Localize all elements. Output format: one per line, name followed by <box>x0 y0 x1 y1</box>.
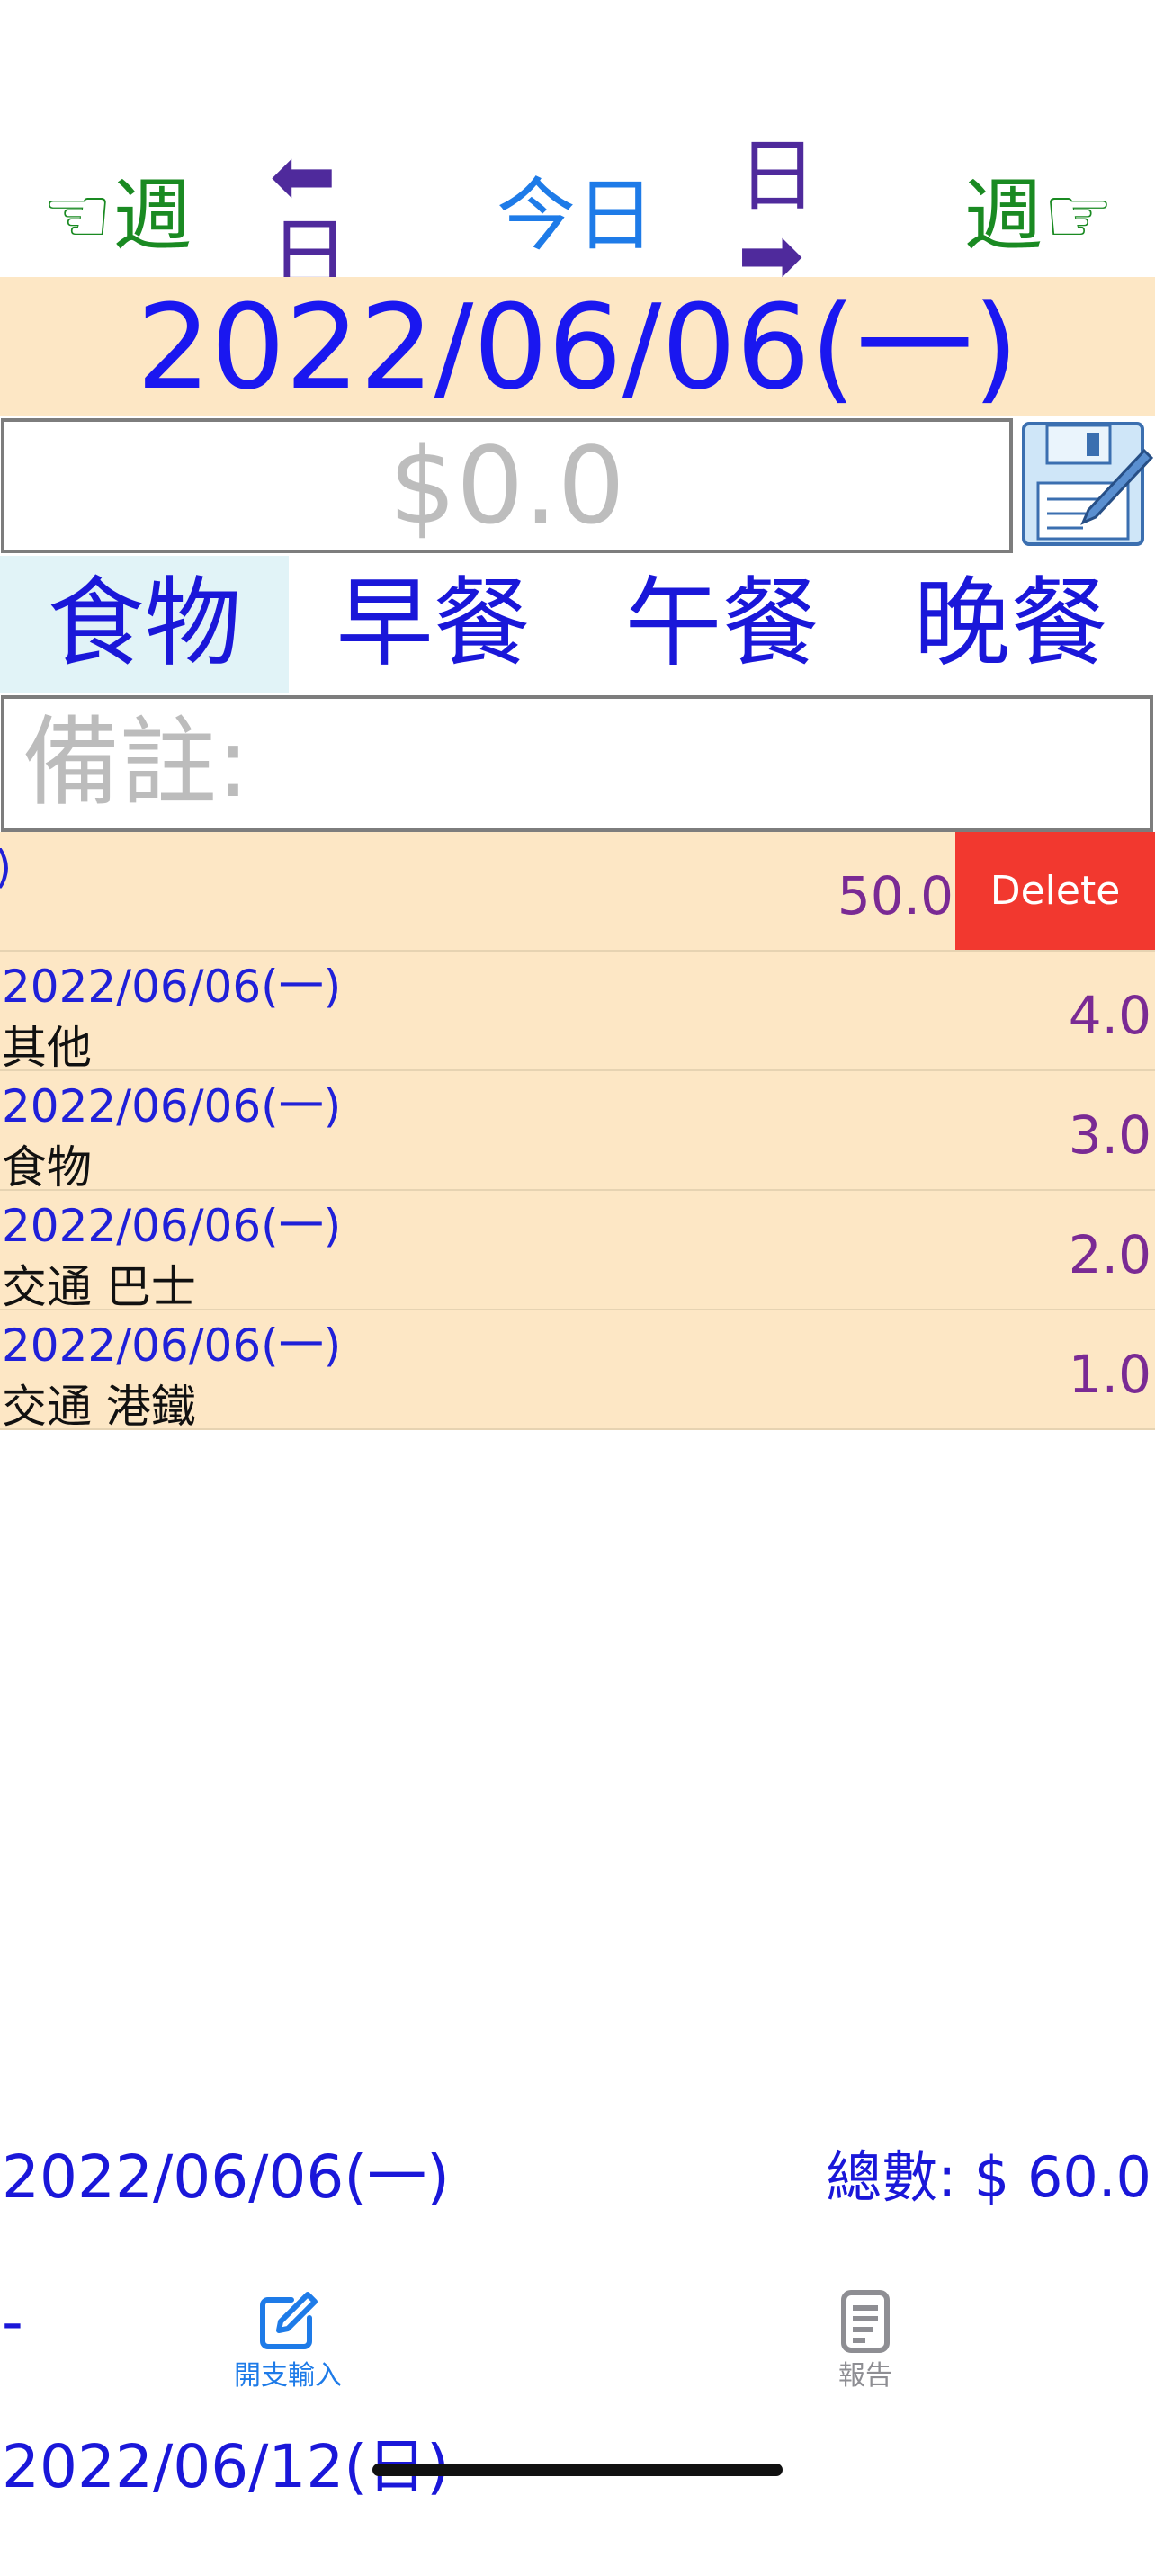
category-row: 食物 早餐 午餐 晚餐 <box>0 556 1155 693</box>
nav-next-day[interactable]: 日➡ <box>738 137 882 295</box>
save-button[interactable] <box>1020 420 1154 550</box>
tab-report-label: 報告 <box>838 2360 892 2392</box>
list-item[interactable]: 2022/06/06(一) 晚餐 50.0 Delete <box>0 832 1155 952</box>
nav-prev-day[interactable]: ⬅日 <box>270 137 414 295</box>
category-lunch[interactable]: 午餐 <box>578 556 866 693</box>
list-item[interactable]: 2022/06/06(一) 交通 港鐵 1.0 <box>0 1310 1155 1430</box>
entry-date: 2022/06/06(一) <box>2 961 342 1013</box>
tab-expense-input[interactable]: 開支輸入 <box>198 2289 378 2390</box>
edit-icon <box>260 2292 318 2349</box>
list-item[interactable]: 2022/06/06(一) 其他 4.0 <box>0 952 1155 1071</box>
range-start: 2022/06/06(一) <box>2 2142 450 2212</box>
amount-field[interactable]: $0.0 <box>1 418 1013 553</box>
category-dinner[interactable]: 晚餐 <box>866 556 1155 693</box>
tab-expense-input-label: 開支輸入 <box>234 2360 342 2392</box>
entry-date: 2022/06/06(一) <box>2 1319 342 1372</box>
nav-today[interactable]: 今日 <box>486 166 666 265</box>
entry-desc: 食物 <box>2 1141 92 1191</box>
entry-amount: 2.0 <box>1068 1224 1151 1285</box>
entry-amount: 1.0 <box>1068 1344 1151 1405</box>
list-item[interactable]: 2022/06/06(一) 交通 巴士 2.0 <box>0 1191 1155 1310</box>
total-amount: 總數: $ 60.0 <box>826 2144 1151 2210</box>
entry-amount: 3.0 <box>1068 1105 1151 1166</box>
entry-desc: 交通 巴士 <box>2 1261 196 1310</box>
entry-amount: 4.0 <box>1068 985 1151 1046</box>
nav-next-week[interactable]: 週☞ <box>949 166 1129 265</box>
current-date: 2022/06/06(一) <box>136 278 1019 416</box>
floppy-disk-pencil-icon <box>1022 422 1154 546</box>
home-indicator[interactable] <box>372 2464 783 2476</box>
entry-date: 2022/06/06(一) <box>2 1200 342 1252</box>
expense-list: 2022/06/06(一) 晚餐 50.0 Delete 2022/06/06(… <box>0 832 1155 1430</box>
remark-placeholder: 備註: <box>22 707 250 819</box>
delete-button[interactable]: Delete <box>955 832 1155 950</box>
entry-date: 2022/06/06(一) <box>2 1080 342 1132</box>
remark-field[interactable]: 備註: <box>1 695 1153 832</box>
category-breakfast[interactable]: 早餐 <box>289 556 578 693</box>
list-item[interactable]: 2022/06/06(一) 食物 3.0 <box>0 1071 1155 1191</box>
current-date-band[interactable]: 2022/06/06(一) <box>0 277 1155 416</box>
category-food[interactable]: 食物 <box>0 556 289 693</box>
entry-amount: 50.0 <box>837 865 954 926</box>
entry-desc: 交通 港鐵 <box>2 1381 196 1430</box>
report-icon <box>841 2290 890 2353</box>
entry-date: 2022/06/06(一) <box>0 845 12 890</box>
amount-placeholder: $0.0 <box>389 424 625 548</box>
nav-prev-week[interactable]: ☜週 <box>27 166 207 265</box>
tab-report[interactable]: 報告 <box>775 2289 955 2390</box>
entry-desc: 其他 <box>2 1022 92 1071</box>
